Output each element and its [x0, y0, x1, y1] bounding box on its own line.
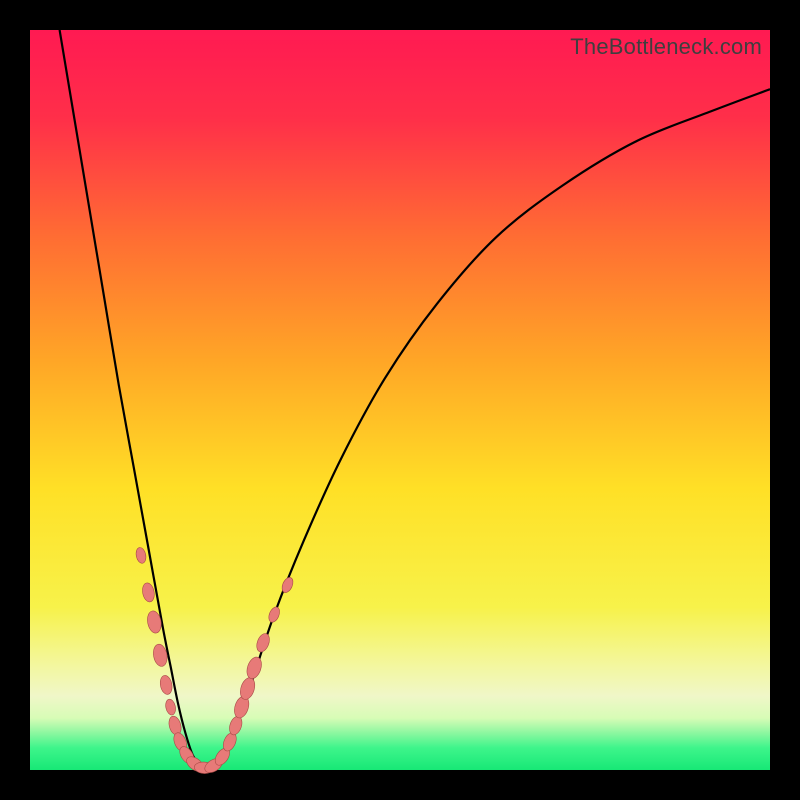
bead-cluster	[135, 547, 295, 776]
bead-point	[135, 547, 147, 565]
plot-area: TheBottleneck.com	[30, 30, 770, 770]
chart-svg	[30, 30, 770, 770]
bead-point	[244, 655, 264, 680]
bead-point	[254, 632, 271, 654]
bead-point	[164, 698, 177, 716]
outer-frame: TheBottleneck.com	[0, 0, 800, 800]
bead-point	[159, 674, 174, 695]
bead-point	[267, 605, 282, 623]
bead-point	[141, 582, 156, 603]
